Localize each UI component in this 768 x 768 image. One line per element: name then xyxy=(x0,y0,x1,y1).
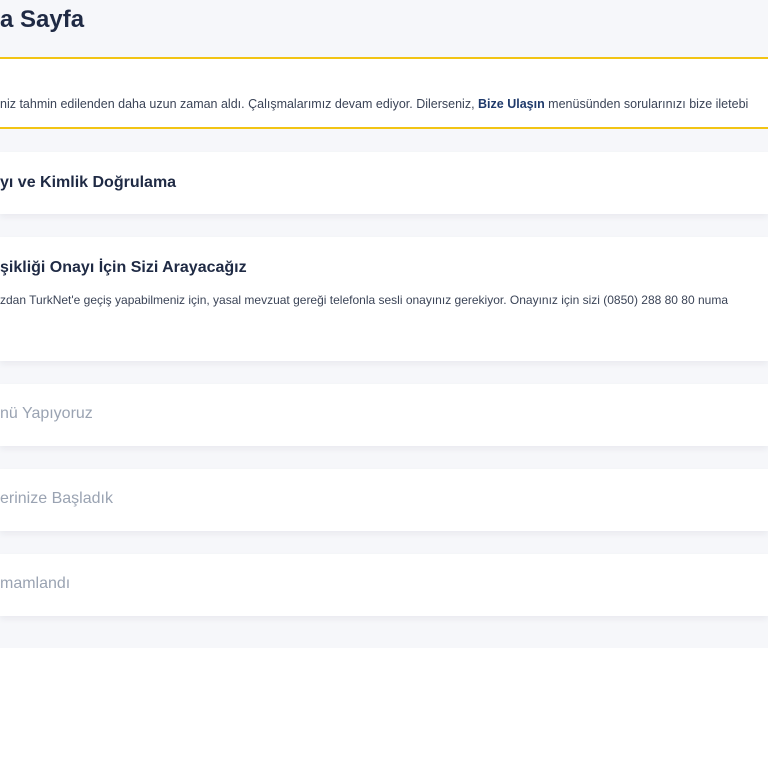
contact-us-link[interactable]: Bize Ulaşın xyxy=(478,97,545,111)
notice-text-after: menüsünden sorularınızı bize iletebi xyxy=(544,97,749,111)
notice-text: niz tahmin edilenden daha uzun zaman ald… xyxy=(0,97,748,111)
page: a Sayfa niz tahmin edilenden daha uzun z… xyxy=(0,0,768,768)
step-title: yı ve Kimlik Doğrulama xyxy=(0,174,177,191)
step-card-call-approval[interactable]: şikliği Onayı İçin Sizi Arayacağız zdan … xyxy=(0,237,768,361)
step-description: zdan TurkNet'e geçiş yapabilmeniz için, … xyxy=(0,293,729,307)
step-title: nü Yapıyoruz xyxy=(0,405,93,422)
step-card-completed[interactable]: mamlandı xyxy=(0,554,768,616)
delay-notice: niz tahmin edilenden daha uzun zaman ald… xyxy=(0,59,768,129)
step-title: şikliği Onayı İçin Sizi Arayacağız xyxy=(0,259,247,276)
step-title: mamlandı xyxy=(0,575,71,592)
step-card-started[interactable]: erinize Başladık xyxy=(0,469,768,531)
step-title: erinize Başladık xyxy=(0,490,113,507)
step-card-identity-verification[interactable]: yı ve Kimlik Doğrulama xyxy=(0,152,768,214)
notice-text-before: niz tahmin edilenden daha uzun zaman ald… xyxy=(0,97,479,111)
content-panel: a Sayfa niz tahmin edilenden daha uzun z… xyxy=(0,0,768,648)
page-title: a Sayfa xyxy=(0,6,85,33)
step-card-processing[interactable]: nü Yapıyoruz xyxy=(0,384,768,446)
